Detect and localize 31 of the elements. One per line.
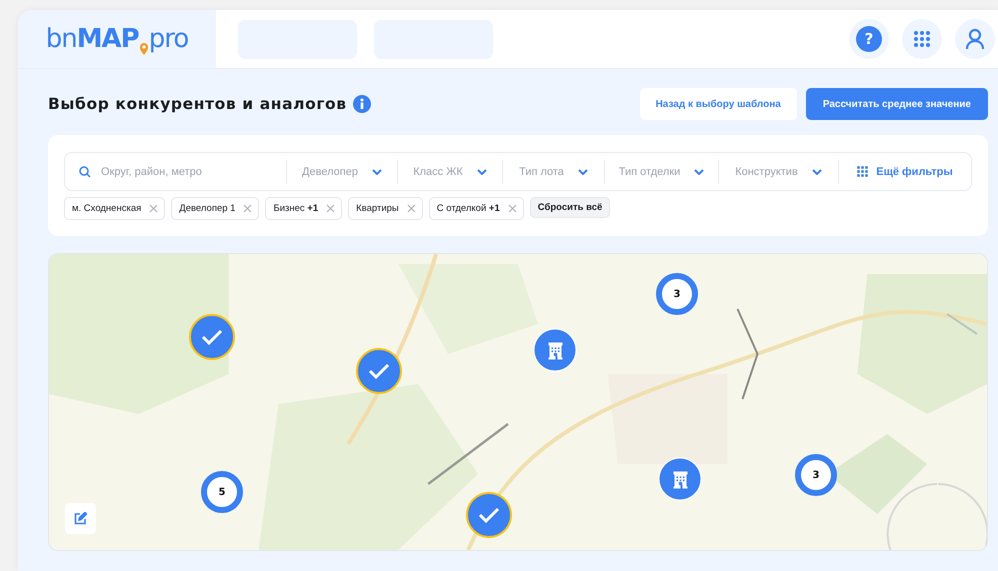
filter-dropdown[interactable]: Тип лота — [502, 160, 604, 184]
chevron-down-icon — [372, 168, 382, 174]
close-icon[interactable] — [149, 204, 158, 213]
check-icon — [368, 363, 390, 379]
check-icon — [478, 507, 500, 523]
close-icon[interactable] — [406, 204, 416, 213]
chevron-down-icon — [578, 168, 588, 174]
building-icon — [671, 470, 689, 488]
edit-icon — [74, 512, 87, 525]
back-button[interactable]: Назад к выбору шаблона — [640, 88, 797, 120]
filter-dropdown[interactable]: Конструктив — [718, 160, 838, 184]
edit-button[interactable] — [65, 503, 96, 534]
chevron-down-icon — [476, 168, 487, 174]
chevron-down-icon — [694, 168, 704, 174]
filter-dropdown[interactable]: Девелопер — [286, 160, 397, 184]
reset-button[interactable]: Сбросить всё — [530, 197, 610, 218]
grid-icon — [857, 166, 868, 177]
close-icon[interactable] — [243, 204, 252, 213]
close-icon[interactable] — [508, 204, 517, 213]
chevron-down-icon — [812, 168, 822, 174]
more-filters-button[interactable]: Ещё фильтры — [838, 160, 971, 184]
search-field[interactable]: Округ, район, метро — [99, 164, 286, 178]
page-title: Выбор конкурентов и аналогов — [48, 95, 347, 113]
info-icon[interactable] — [352, 95, 371, 113]
close-icon[interactable] — [326, 204, 336, 213]
filter-dropdown[interactable]: Класс ЖК — [397, 160, 502, 184]
filter-dropdown[interactable]: Тип отделки — [604, 160, 718, 184]
calculate-button[interactable]: Рассчитать среднее значение — [806, 88, 988, 120]
building-icon — [546, 341, 564, 359]
check-icon — [201, 329, 223, 345]
search-icon — [79, 166, 91, 178]
